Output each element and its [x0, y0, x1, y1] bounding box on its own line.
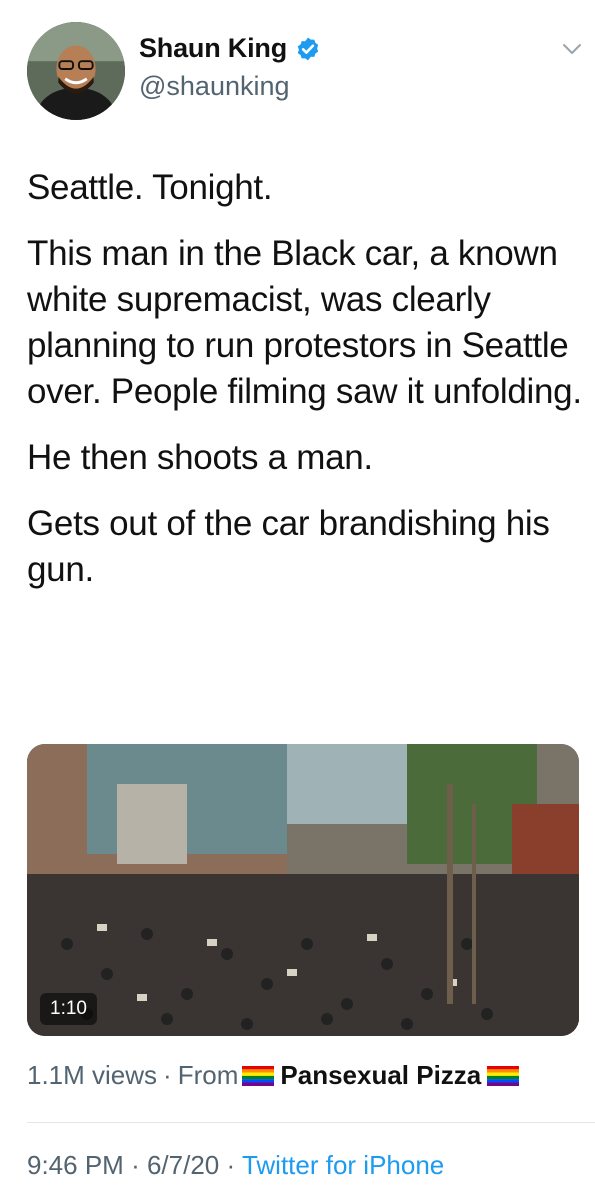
- view-count: 1.1M views: [27, 1060, 158, 1090]
- avatar[interactable]: [27, 22, 125, 120]
- from-label: From: [177, 1060, 239, 1090]
- tweet-text: Seattle. Tonight. This man in the Black …: [27, 165, 582, 613]
- verified-badge-icon: [295, 36, 321, 62]
- tweet-paragraph: He then shoots a man.: [27, 438, 373, 477]
- tweet-date[interactable]: 6/7/20: [147, 1150, 219, 1180]
- client-link[interactable]: Twitter for iPhone: [242, 1150, 444, 1180]
- view-source-row: 1.1M views · From Pansexual Pizza: [27, 1060, 523, 1091]
- profile-photo: [27, 22, 125, 120]
- author-name-row[interactable]: Shaun King: [139, 33, 321, 64]
- separator: ·: [226, 1150, 236, 1180]
- rainbow-flag-icon: [242, 1065, 275, 1086]
- tweet-time[interactable]: 9:46 PM: [27, 1150, 124, 1180]
- rainbow-flag-icon: [487, 1065, 520, 1086]
- video-thumbnail-crowd: [27, 744, 579, 1036]
- author-display-name[interactable]: Shaun King: [139, 33, 287, 64]
- tweet-paragraph: Seattle. Tonight.: [27, 168, 273, 207]
- separator: ·: [163, 1060, 172, 1090]
- separator: ·: [131, 1150, 140, 1180]
- divider: [27, 1122, 595, 1123]
- tweet-paragraph: This man in the Black car, a known white…: [27, 234, 582, 411]
- timestamp-row: 9:46 PM · 6/7/20 · Twitter for iPhone: [27, 1150, 444, 1181]
- source-account-link[interactable]: Pansexual Pizza: [280, 1060, 481, 1091]
- author-handle[interactable]: @shaunking: [139, 71, 290, 102]
- video-duration-badge: 1:10: [40, 993, 97, 1025]
- video-player[interactable]: [27, 744, 579, 1036]
- tweet-paragraph: Gets out of the car brandishing his gun.: [27, 504, 550, 589]
- chevron-down-icon[interactable]: [560, 37, 584, 61]
